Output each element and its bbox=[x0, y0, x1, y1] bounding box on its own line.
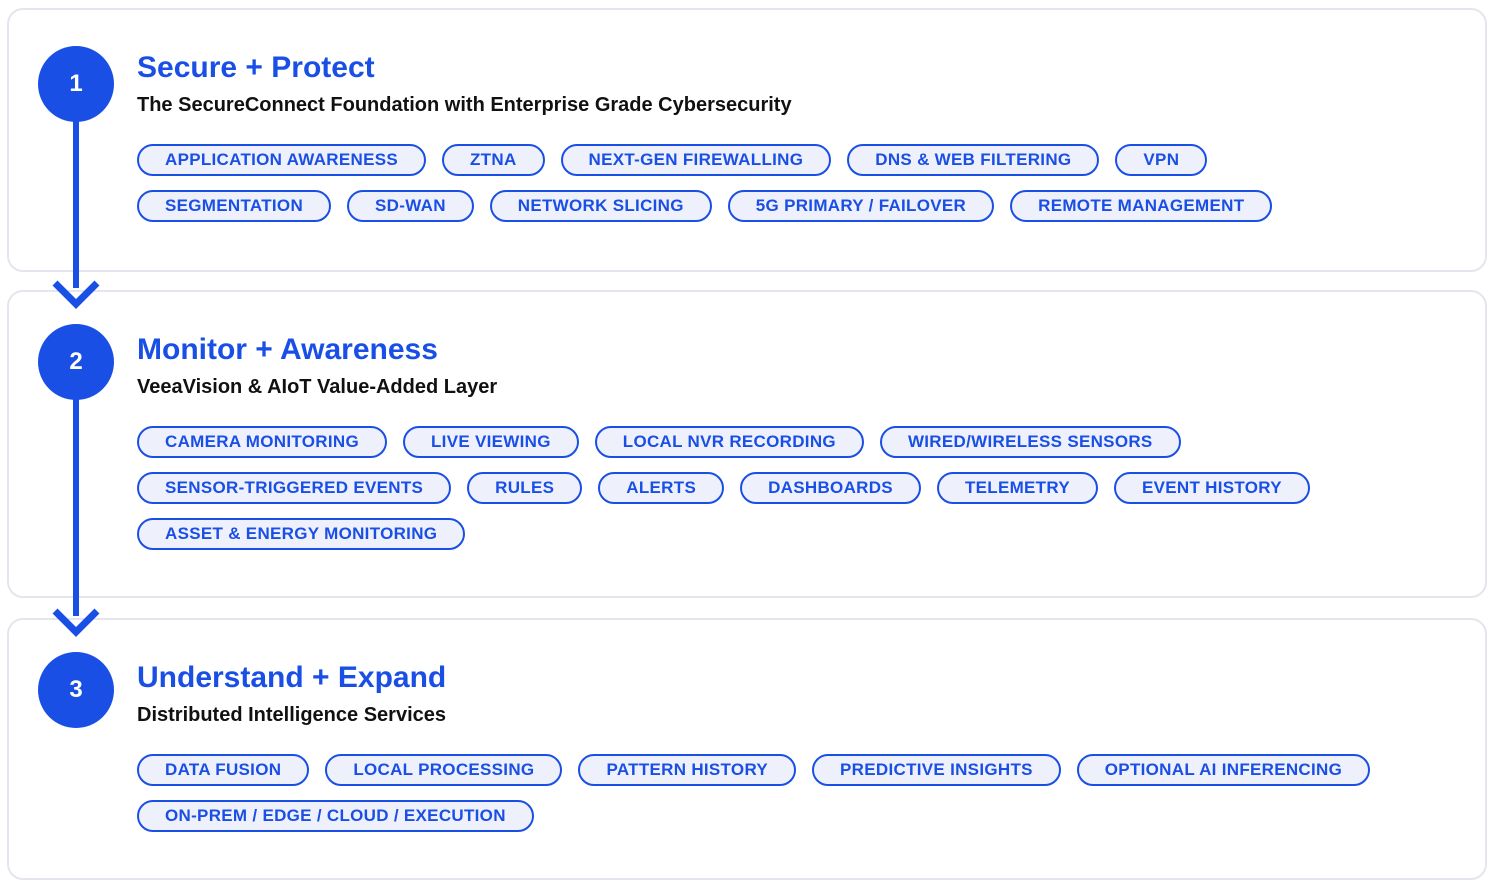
tag-pill: 5G PRIMARY / FAILOVER bbox=[727, 190, 995, 222]
tag-pill: PREDICTIVE INSIGHTS bbox=[812, 754, 1061, 786]
tag-list: CAMERA MONITORING LIVE VIEWING LOCAL NVR… bbox=[137, 426, 1417, 550]
tag-pill: LOCAL PROCESSING bbox=[325, 754, 563, 786]
step-card-understand-expand: Understand + Expand Distributed Intellig… bbox=[7, 618, 1487, 880]
step-content: Understand + Expand Distributed Intellig… bbox=[137, 660, 1465, 832]
step-number-badge: 1 bbox=[38, 46, 114, 122]
step-content: Monitor + Awareness VeeaVision & AIoT Va… bbox=[137, 332, 1465, 550]
tag-pill: PATTERN HISTORY bbox=[578, 754, 797, 786]
tag-pill: RULES bbox=[467, 472, 583, 504]
tag-pill: DNS & WEB FILTERING bbox=[847, 144, 1100, 176]
tag-pill: SD-WAN bbox=[347, 190, 474, 222]
step-card-secure-protect: Secure + Protect The SecureConnect Found… bbox=[7, 8, 1487, 272]
tag-pill: ZTNA bbox=[442, 144, 545, 176]
tag-pill: TELEMETRY bbox=[936, 472, 1098, 504]
step-subtitle: The SecureConnect Foundation with Enterp… bbox=[137, 94, 792, 116]
step-subtitle: Distributed Intelligence Services bbox=[137, 704, 446, 726]
step-connector-arrows bbox=[52, 100, 100, 637]
step-subtitle: VeeaVision & AIoT Value-Added Layer bbox=[137, 376, 498, 398]
tag-pill: NEXT-GEN FIREWALLING bbox=[560, 144, 832, 176]
tag-pill: WIRED/WIRELESS SENSORS bbox=[879, 426, 1181, 458]
step-card-monitor-awareness: Monitor + Awareness VeeaVision & AIoT Va… bbox=[7, 290, 1487, 598]
tag-list: DATA FUSION LOCAL PROCESSING PATTERN HIS… bbox=[137, 754, 1417, 832]
step-title: Understand + Expand bbox=[137, 661, 447, 694]
tag-pill: EVENT HISTORY bbox=[1113, 472, 1310, 504]
tag-pill: ALERTS bbox=[598, 472, 725, 504]
step-number-badge: 2 bbox=[38, 324, 114, 400]
step-number-badge: 3 bbox=[38, 652, 114, 728]
step-content: Secure + Protect The SecureConnect Found… bbox=[137, 50, 1465, 222]
tag-list: APPLICATION AWARENESS ZTNA NEXT-GEN FIRE… bbox=[137, 144, 1417, 222]
step-title: Monitor + Awareness bbox=[137, 333, 438, 366]
tag-pill: NETWORK SLICING bbox=[489, 190, 712, 222]
tag-pill: DASHBOARDS bbox=[740, 472, 921, 504]
tag-pill: LOCAL NVR RECORDING bbox=[594, 426, 864, 458]
tag-pill: REMOTE MANAGEMENT bbox=[1010, 190, 1273, 222]
step-title: Secure + Protect bbox=[137, 51, 375, 84]
tag-pill: OPTIONAL AI INFERENCING bbox=[1076, 754, 1371, 786]
tag-pill: LIVE VIEWING bbox=[402, 426, 579, 458]
tag-pill: VPN bbox=[1115, 144, 1208, 176]
